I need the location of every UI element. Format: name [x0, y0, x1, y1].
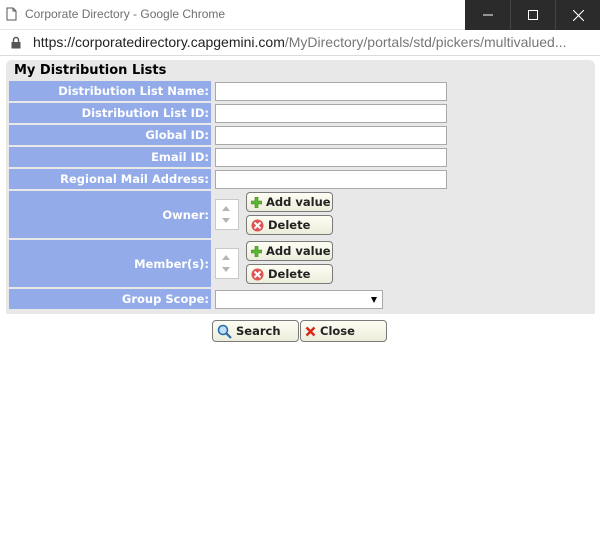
- dl-name-input[interactable]: [215, 82, 447, 101]
- scroll-up-icon[interactable]: [222, 255, 230, 260]
- window-title: Corporate Directory - Google Chrome: [25, 7, 226, 21]
- regional-mail-label: Regional Mail Address:: [9, 169, 211, 189]
- close-x-icon: [305, 326, 316, 336]
- search-label: Search: [236, 324, 281, 338]
- minimize-icon: [482, 14, 493, 16]
- lock-icon: [11, 36, 21, 49]
- dl-name-label: Distribution List Name:: [9, 81, 211, 101]
- owner-list-box[interactable]: [215, 199, 239, 230]
- owner-delete-button[interactable]: Delete: [246, 215, 333, 235]
- plus-icon: [251, 196, 262, 208]
- members-list-box[interactable]: [215, 248, 239, 279]
- scroll-down-icon[interactable]: [222, 267, 230, 272]
- members-add-value-button[interactable]: Add value: [246, 241, 333, 261]
- address-bar[interactable]: https://corporatedirectory.capgemini.com…: [0, 30, 600, 56]
- members-add-value-label: Add value: [266, 244, 331, 258]
- dropdown-arrow-icon: [371, 297, 377, 303]
- group-scope-label: Group Scope:: [9, 289, 211, 309]
- owner-add-value-button[interactable]: Add value: [246, 192, 333, 212]
- url-path: /MyDirectory/portals/std/pickers/multiva…: [284, 34, 567, 50]
- minimize-button[interactable]: [465, 0, 510, 30]
- document-icon: [6, 7, 17, 21]
- window-titlebar: Corporate Directory - Google Chrome: [0, 0, 600, 30]
- url-text[interactable]: https://corporatedirectory.capgemini.com…: [33, 34, 593, 50]
- global-id-input[interactable]: [215, 126, 447, 145]
- delete-x-icon: [251, 219, 264, 231]
- close-icon: [572, 9, 584, 21]
- url-host: https://corporatedirectory.capgemini.com: [33, 34, 285, 50]
- group-scope-select[interactable]: [215, 290, 383, 309]
- scroll-up-icon[interactable]: [222, 206, 230, 211]
- scroll-down-icon[interactable]: [222, 218, 230, 223]
- dl-id-label: Distribution List ID:: [9, 103, 211, 123]
- maximize-icon: [528, 10, 538, 20]
- members-label: Member(s):: [9, 240, 211, 287]
- magnifier-icon: [217, 324, 232, 339]
- panel-title: My Distribution Lists: [14, 63, 167, 78]
- members-delete-button[interactable]: Delete: [246, 264, 333, 284]
- close-window-button[interactable]: [555, 0, 600, 30]
- search-button[interactable]: Search: [212, 320, 299, 342]
- regional-mail-input[interactable]: [215, 170, 447, 189]
- delete-x-icon: [251, 268, 264, 280]
- email-id-input[interactable]: [215, 148, 447, 167]
- members-delete-label: Delete: [268, 267, 311, 281]
- close-label: Close: [320, 324, 355, 338]
- owner-delete-label: Delete: [268, 218, 311, 232]
- close-button[interactable]: Close: [300, 320, 387, 342]
- owner-label: Owner:: [9, 191, 211, 238]
- email-id-label: Email ID:: [9, 147, 211, 167]
- distribution-list-panel: My Distribution Lists Distribution List …: [6, 60, 595, 314]
- plus-icon: [251, 245, 262, 257]
- owner-add-value-label: Add value: [266, 195, 331, 209]
- global-id-label: Global ID:: [9, 125, 211, 145]
- maximize-button[interactable]: [510, 0, 555, 30]
- dl-id-input[interactable]: [215, 104, 447, 123]
